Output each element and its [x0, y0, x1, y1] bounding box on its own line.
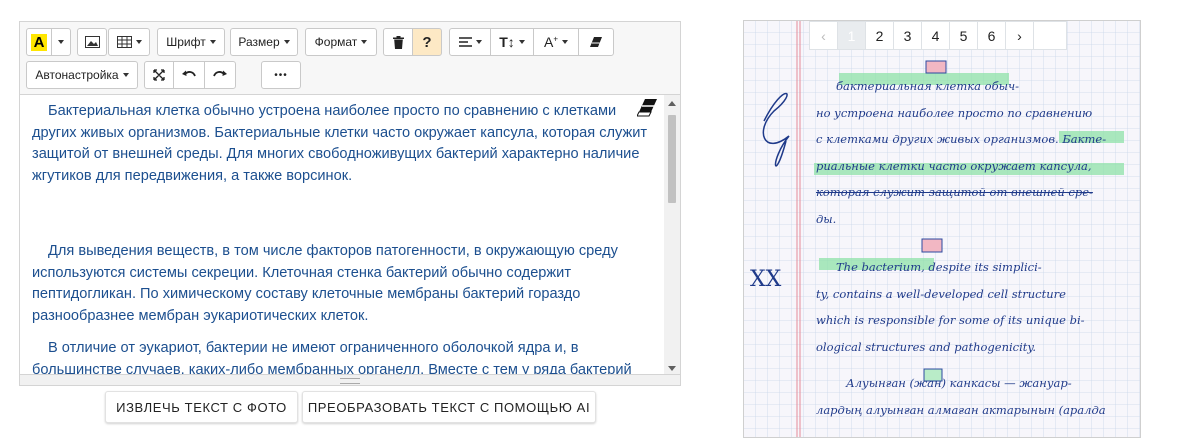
chevron-down-icon [283, 40, 290, 44]
insert-image-button[interactable] [77, 28, 107, 56]
undo-button[interactable] [173, 61, 205, 89]
delete-button[interactable] [383, 28, 413, 56]
format-dropdown[interactable]: Формат [305, 28, 377, 56]
scroll-down-arrow-icon[interactable] [668, 366, 676, 371]
trash-icon [392, 35, 404, 49]
svg-text:XX: XX [750, 267, 782, 292]
chevron-down-icon [135, 40, 142, 44]
text-editor: A Шрифт Размер Формат ? T↕ A+ Автонастро… [19, 21, 681, 386]
notebook-line: лардың алуынған алмаған актарынын (аралд… [816, 402, 1106, 417]
notebook-line: which is responsible for some of its uni… [816, 313, 1085, 327]
notebook-text: бактериальная клетка обыч- но устроена н… [816, 73, 1136, 423]
image-icon [84, 36, 100, 48]
next-page-button[interactable]: › [1005, 21, 1034, 50]
notebook-line: но устроена наиболее просто по сравнению [816, 105, 1093, 120]
chevron-down-icon [209, 40, 216, 44]
more-button[interactable]: ••• [261, 61, 301, 89]
editor-paragraph: В отличие от эукариот, бактерии не имеют… [32, 340, 632, 377]
extract-text-label: ИЗВЛЕЧЬ ТЕКСТ С ФОТО [116, 399, 287, 415]
notebook-line: которая служит защитой от внешней сре- [816, 185, 1093, 199]
chevron-right-icon: › [1017, 27, 1022, 44]
ai-transform-label: ПРЕОБРАЗОВАТЬ ТЕКСТ С ПОМОЩЬЮ AI [307, 399, 591, 415]
chevron-down-icon [361, 40, 368, 44]
text-color-dropdown[interactable] [51, 28, 71, 56]
prev-page-button[interactable]: ‹ [809, 21, 838, 50]
font-dropdown[interactable]: Шрифт [157, 28, 225, 56]
font-size-dropdown[interactable]: A+ [533, 28, 579, 56]
chevron-down-icon [122, 73, 129, 77]
size-label: Размер [238, 35, 280, 49]
eraser-icon [590, 37, 602, 47]
scrollbar-thumb[interactable] [668, 115, 676, 203]
page-button-1[interactable]: 1 [837, 21, 866, 50]
resize-handle[interactable] [20, 374, 680, 385]
line-height-icon: T↕ [499, 34, 515, 50]
grip-icon [340, 378, 360, 384]
help-label: ? [422, 33, 432, 51]
autosetup-label: Автонастройка [35, 68, 119, 82]
notebook-line: риальные клетки часто окружает капсула, [816, 158, 1092, 173]
chevron-left-icon: ‹ [821, 27, 826, 44]
undo-icon [182, 70, 196, 77]
editor-scrollbar[interactable] [664, 94, 680, 377]
photo-viewer[interactable]: XX бактериальная клетка обыч- но устроен… [743, 20, 1141, 438]
notebook-line: ды. [816, 211, 837, 226]
table-icon [116, 36, 132, 48]
text-color-button[interactable]: A [26, 28, 52, 56]
editor-content[interactable]: Бактериальная клетка обычно устроена наи… [20, 94, 665, 377]
clear-format-button[interactable] [578, 28, 614, 56]
notebook-line: Алуынған (жан) канкасы — жануар- [846, 376, 1072, 390]
notebook-line: The bacterium, despite its simplici- [836, 260, 1042, 274]
chevron-down-icon [58, 40, 64, 44]
chevron-down-icon [475, 40, 482, 44]
page-button-4[interactable]: 4 [921, 21, 950, 50]
page-button-6[interactable]: 6 [977, 21, 1006, 50]
size-dropdown[interactable]: Размер [230, 28, 298, 56]
page-button-5[interactable]: 5 [949, 21, 978, 50]
expand-icon [153, 69, 165, 81]
redo-icon [213, 70, 227, 77]
scroll-up-arrow-icon[interactable] [668, 101, 676, 106]
notebook-line: ological structures and pathogenicity. [816, 339, 1037, 354]
notebook-line: ty, contains a well-developed cell struc… [816, 286, 1066, 301]
redo-button[interactable] [204, 61, 236, 89]
extract-text-button[interactable]: ИЗВЛЕЧЬ ТЕКСТ С ФОТО [105, 391, 298, 423]
font-label: Шрифт [166, 35, 206, 49]
font-size-icon: A+ [543, 34, 558, 50]
more-icon: ••• [274, 69, 288, 81]
chevron-down-icon [562, 40, 568, 44]
notebook-line: с клетками других живых организмов. Бакт… [816, 132, 1107, 146]
editor-paragraph: Бактериальная клетка обычно устроена наи… [32, 103, 648, 184]
insert-table-button[interactable] [108, 28, 150, 56]
page-button-3[interactable]: 3 [893, 21, 922, 50]
page-number-input[interactable] [1033, 21, 1067, 50]
autosetup-dropdown[interactable]: Автонастройка [26, 61, 138, 89]
page-button-2[interactable]: 2 [865, 21, 894, 50]
editor-paragraph: Для выведения веществ, в том числе факто… [32, 243, 618, 324]
chevron-down-icon [518, 40, 525, 44]
notebook-line: бактериальная клетка обыч- [836, 79, 1019, 93]
ai-transform-button[interactable]: ПРЕОБРАЗОВАТЬ ТЕКСТ С ПОМОЩЬЮ AI [302, 391, 596, 423]
line-height-dropdown[interactable]: T↕ [490, 28, 534, 56]
editor-toolbar: A Шрифт Размер Формат ? T↕ A+ Автонастро… [20, 22, 680, 94]
help-button[interactable]: ? [412, 28, 442, 56]
format-label: Формат [314, 35, 358, 49]
align-dropdown[interactable] [449, 28, 491, 56]
page-pagination: ‹ 1 2 3 4 5 6 › [809, 21, 1067, 50]
text-color-icon: A [30, 33, 48, 51]
align-left-icon [458, 37, 472, 47]
eraser-cursor-icon [637, 99, 657, 117]
fullscreen-button[interactable] [144, 61, 174, 89]
